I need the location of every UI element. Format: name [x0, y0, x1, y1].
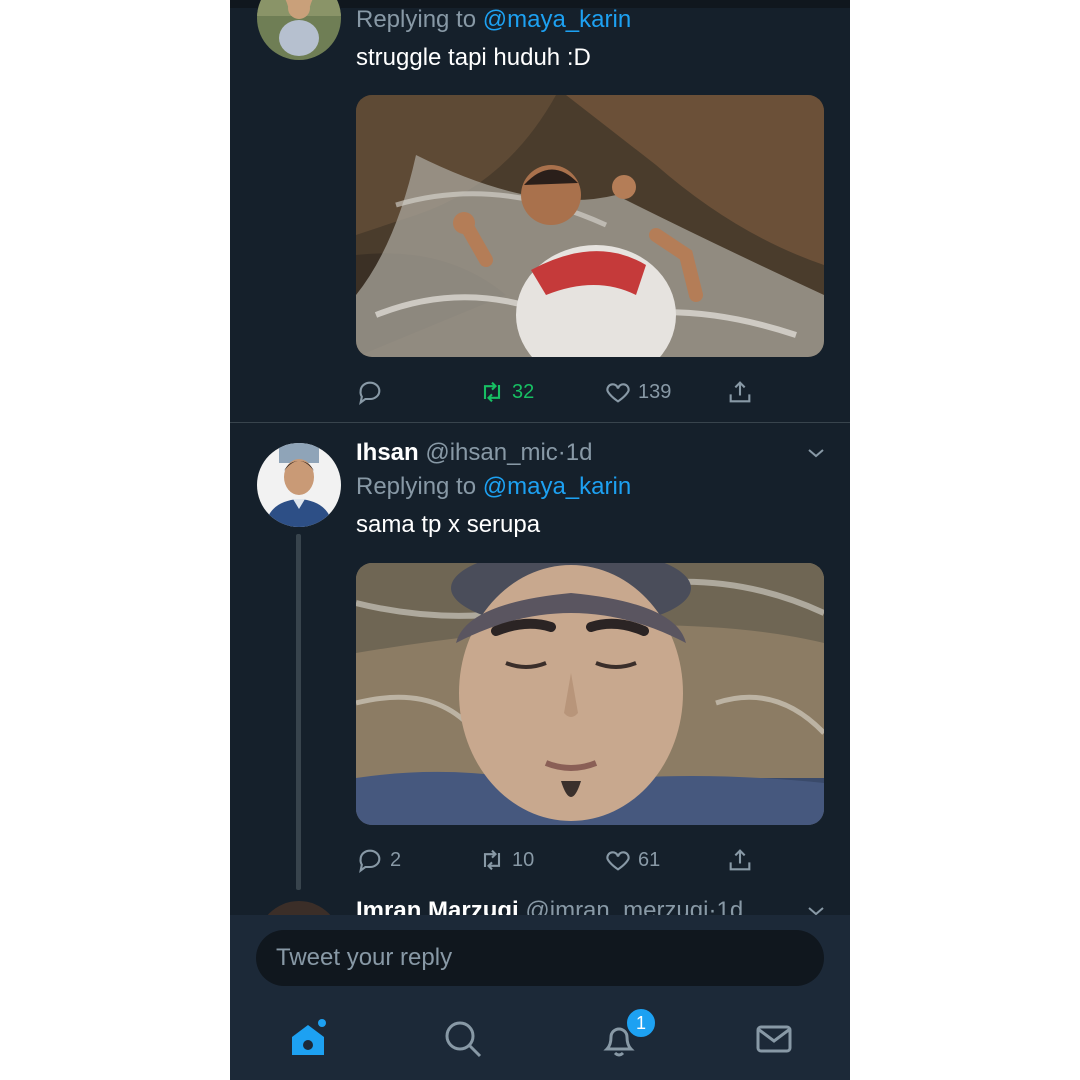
- replying-to-line: Replying to @maya_karin: [356, 3, 824, 37]
- retweet-button[interactable]: 10: [478, 840, 534, 880]
- tweet-item-1[interactable]: Replying to @maya_karin struggle tapi hu…: [230, 0, 850, 422]
- mention-link[interactable]: @maya_karin: [483, 6, 631, 33]
- tweet-actions: 2 10 61: [356, 840, 824, 880]
- share-button[interactable]: [726, 840, 760, 880]
- share-icon: [729, 381, 751, 403]
- envelope-icon[interactable]: [752, 1017, 796, 1061]
- retweet-icon: [483, 849, 501, 871]
- share-icon: [729, 849, 751, 871]
- replying-prefix: Replying to: [356, 6, 477, 33]
- search-icon[interactable]: [441, 1017, 485, 1061]
- twitter-thread-screen: Replying to @maya_karin struggle tapi hu…: [230, 0, 850, 1080]
- replying-prefix: Replying to: [356, 473, 477, 500]
- notifications-badge: 1: [625, 1007, 657, 1039]
- heart-icon: [606, 851, 630, 871]
- tweet-header: Ihsan @ihsan_mic·1d: [356, 436, 824, 470]
- display-name[interactable]: Ihsan: [356, 439, 419, 466]
- reply-placeholder: Tweet your reply: [276, 944, 453, 971]
- heart-icon: [606, 383, 630, 403]
- like-count: 61: [638, 848, 661, 871]
- tweet-photo[interactable]: [356, 563, 824, 825]
- tweet-actions: 32 139: [356, 372, 824, 412]
- tweet-time: 1d: [565, 439, 593, 466]
- user-handle[interactable]: @ihsan_mic: [425, 439, 557, 466]
- avatar[interactable]: [257, 0, 341, 60]
- separator-dot: ·: [557, 439, 566, 466]
- chevron-down-icon[interactable]: [804, 441, 828, 465]
- reply-input[interactable]: Tweet your reply: [256, 930, 824, 986]
- reply-count: 2: [390, 848, 402, 871]
- retweet-icon: [483, 381, 501, 403]
- home-icon[interactable]: [286, 1017, 330, 1061]
- retweet-button[interactable]: 32: [478, 372, 534, 412]
- mention-link[interactable]: @maya_karin: [483, 473, 631, 500]
- retweet-count: 10: [512, 848, 535, 871]
- tweet-item-2[interactable]: Ihsan @ihsan_mic·1d Replying to @maya_ka…: [230, 423, 850, 893]
- reply-composer-bar: Tweet your reply 1: [230, 915, 850, 1080]
- share-button[interactable]: [726, 372, 760, 412]
- thread-connector: [296, 534, 301, 890]
- tweet-photo[interactable]: [356, 95, 824, 357]
- reply-bubble-icon: [359, 849, 381, 873]
- reply-button[interactable]: [356, 372, 390, 412]
- like-button[interactable]: 139: [604, 372, 671, 412]
- like-button[interactable]: 61: [604, 840, 660, 880]
- bottom-tab-bar: 1: [230, 1007, 850, 1080]
- reply-bubble-icon: [359, 381, 381, 405]
- retweet-count: 32: [512, 380, 535, 403]
- avatar[interactable]: [257, 443, 341, 527]
- like-count: 139: [638, 380, 672, 403]
- tweet-text: sama tp x serupa: [356, 511, 541, 538]
- replying-to-line: Replying to @maya_karin: [356, 470, 824, 504]
- reply-button[interactable]: 2: [356, 840, 401, 880]
- tweet-text: struggle tapi huduh :D: [356, 44, 591, 71]
